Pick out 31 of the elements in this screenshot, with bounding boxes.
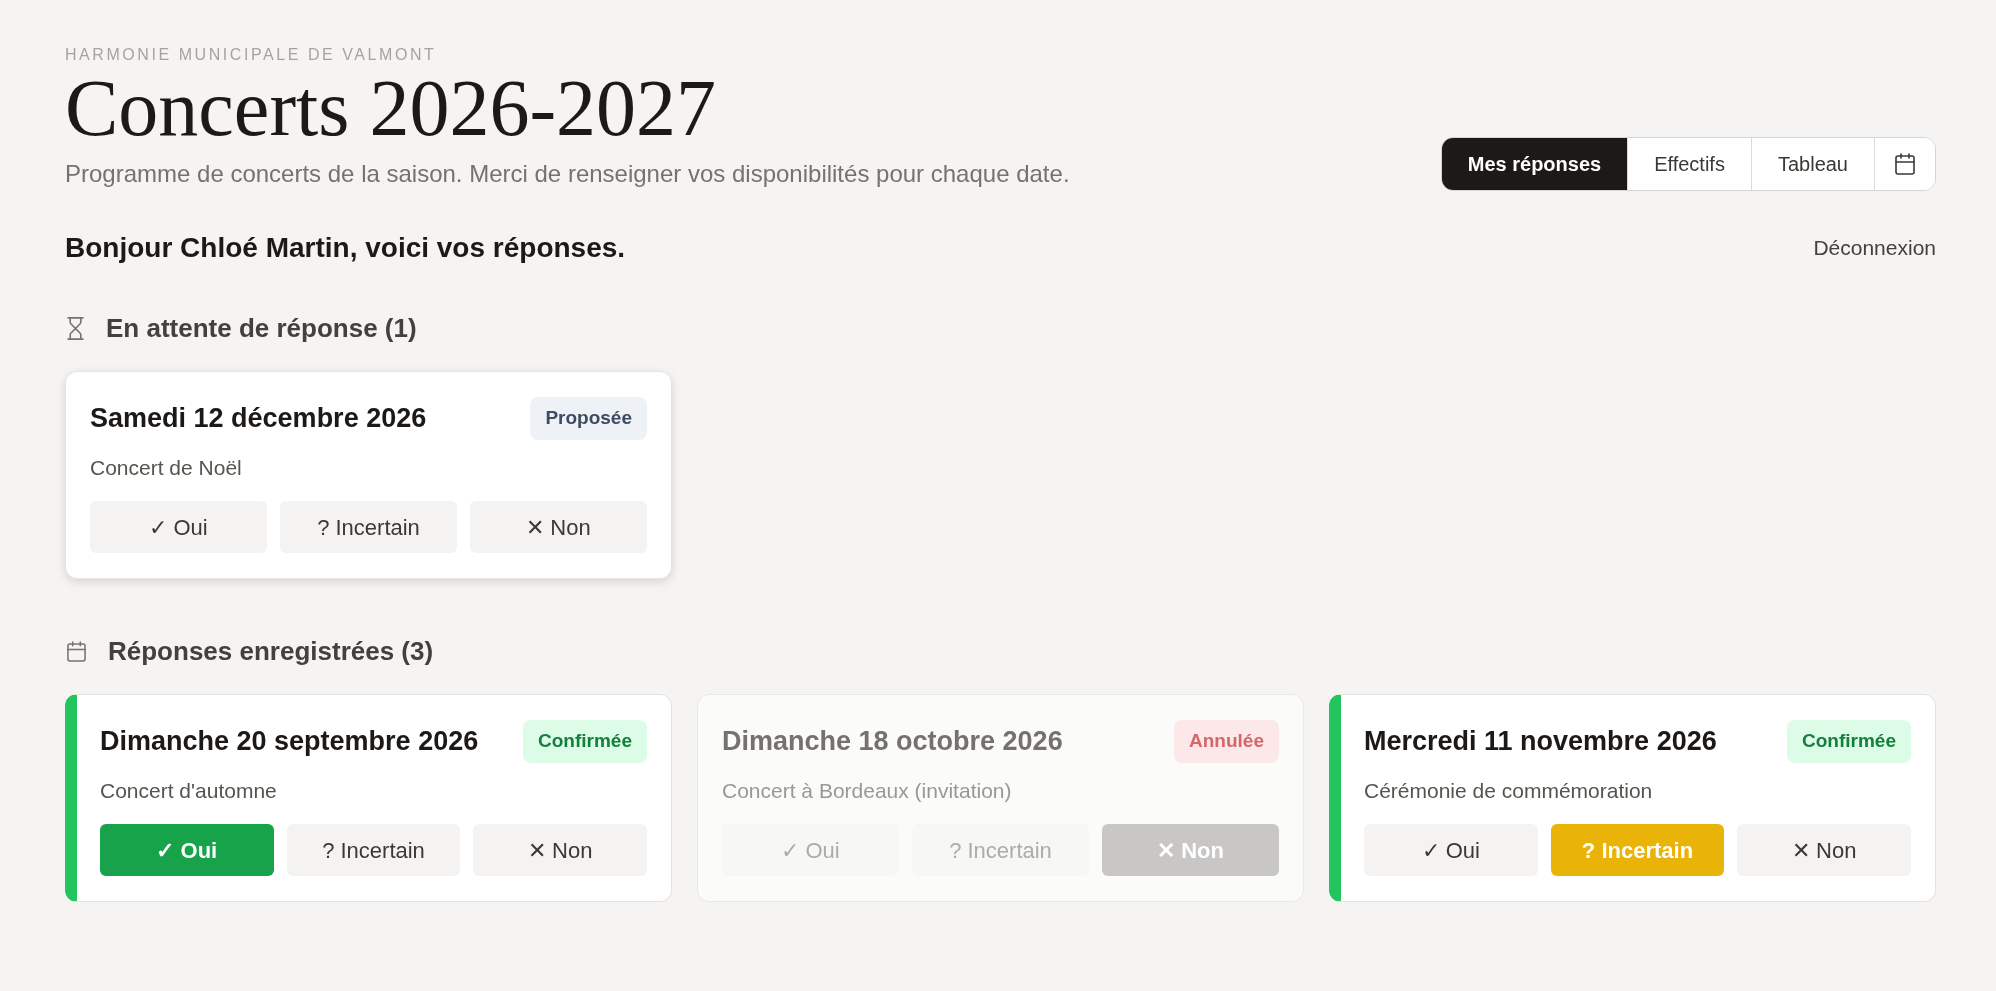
event-date: Dimanche 18 octobre 2026 <box>722 725 1063 759</box>
event-name: Cérémonie de commémoration <box>1364 779 1654 803</box>
response-button[interactable]: ✓ Oui <box>90 501 267 553</box>
calendar-tab[interactable] <box>1874 138 1935 190</box>
event-date: Dimanche 20 septembre 2026 <box>100 725 479 759</box>
calendar-icon <box>67 640 86 662</box>
response-button[interactable]: ✕ Non <box>1737 824 1911 876</box>
status-badge: Confirmée <box>1787 720 1911 763</box>
organization-name: HARMONIE MUNICIPALE DE VALMONT <box>65 45 438 65</box>
hourglass-icon <box>67 316 84 340</box>
greeting-text: Bonjour Chloé Martin, voici vos réponses. <box>65 232 626 264</box>
page-title: Concerts 2026-2027 <box>65 68 717 148</box>
page-subtitle: Programme de concerts de la saison. Merci de renseigner vos disponibilités pour chaque date. <box>65 160 1070 188</box>
section-heading: Réponses enregistrées (3) <box>108 635 434 667</box>
response-button[interactable]: ✕ Non <box>470 501 647 553</box>
event-date: Samedi 12 décembre 2026 <box>90 402 427 436</box>
view-tab[interactable]: Mes réponses <box>1441 138 1628 190</box>
logout-link[interactable]: Déconnexion <box>1813 232 1936 264</box>
response-button[interactable]: ✕ Non <box>473 824 647 876</box>
status-badge: Confirmée <box>523 720 647 763</box>
status-badge: Annulée <box>1174 720 1279 763</box>
response-button[interactable]: ? Incertain <box>286 824 461 876</box>
section-heading: En attente de réponse (1) <box>106 312 417 344</box>
event-name: Concert à Bordeaux (invitation) <box>722 779 1013 803</box>
calendar-icon <box>1895 153 1915 175</box>
event-date: Mercredi 11 novembre 2026 <box>1364 725 1717 759</box>
response-button[interactable]: ? Incertain <box>280 501 457 553</box>
status-badge: Proposée <box>530 397 647 440</box>
event-name: Concert d'automne <box>100 779 278 803</box>
event-name: Concert de Noël <box>90 456 243 480</box>
response-button[interactable]: ✓ Oui <box>1364 824 1538 876</box>
